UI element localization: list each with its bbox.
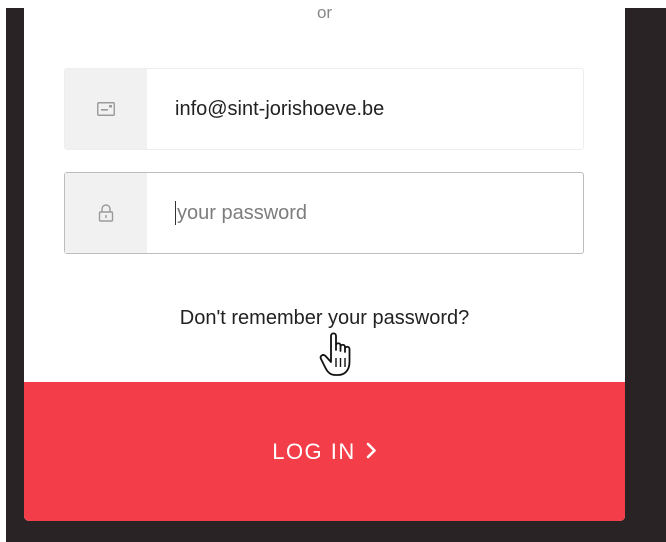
email-icon-box <box>65 69 147 149</box>
email-input-value[interactable]: info@sint-jorishoeve.be <box>147 69 583 149</box>
text-caret <box>175 201 176 225</box>
lock-icon <box>98 204 114 222</box>
email-field[interactable]: info@sint-jorishoeve.be <box>64 68 584 150</box>
hand-pointer-cursor-icon <box>319 332 351 376</box>
password-input[interactable]: your password <box>147 173 583 253</box>
password-icon-box <box>65 173 147 253</box>
login-panel: or info@sint-jorishoeve.be your password… <box>24 0 625 521</box>
login-button-label: LOG IN <box>272 438 356 464</box>
password-field[interactable]: your password <box>64 172 584 254</box>
id-card-icon <box>97 102 115 116</box>
login-button[interactable]: LOG IN <box>24 382 625 521</box>
forgot-password-link[interactable]: Don't remember your password? <box>24 307 625 330</box>
chevron-right-icon <box>366 439 377 465</box>
divider-or-text: or <box>316 3 333 22</box>
password-placeholder: your password <box>177 201 308 224</box>
page-background-left <box>0 0 6 542</box>
